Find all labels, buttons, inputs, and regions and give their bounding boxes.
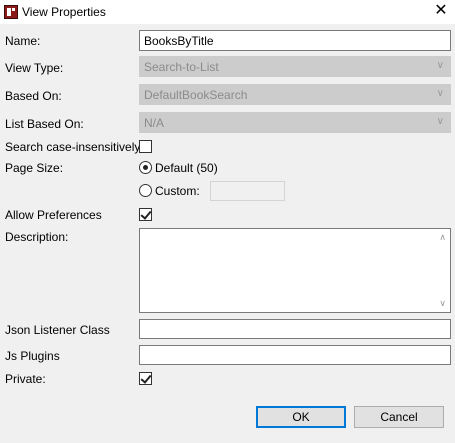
- app-icon: [4, 5, 18, 19]
- search-case-insensitively-label: Search case-insensitively: [5, 140, 141, 154]
- js-plugins-label: Js Plugins: [5, 349, 60, 363]
- page-size-default-label: Default (50): [155, 161, 218, 175]
- based-on-value: DefaultBookSearch: [144, 88, 248, 102]
- view-type-value: Search-to-List: [144, 60, 219, 74]
- page-size-custom-radio[interactable]: [139, 184, 152, 197]
- name-label: Name:: [5, 34, 41, 48]
- description-label: Description:: [5, 230, 69, 244]
- search-case-insensitively-checkbox[interactable]: [139, 140, 152, 153]
- description-textarea[interactable]: ∧ ∨: [139, 228, 451, 313]
- json-listener-class-label: Json Listener Class: [5, 323, 110, 337]
- scroll-up-icon[interactable]: ∧: [439, 232, 446, 243]
- window-title: View Properties: [22, 5, 106, 19]
- chevron-down-icon: ∨: [436, 60, 444, 71]
- scroll-down-icon[interactable]: ∨: [439, 298, 446, 309]
- name-field[interactable]: [139, 30, 451, 51]
- list-based-on-value: N/A: [144, 116, 165, 130]
- title-bar: View Properties ✕: [0, 0, 455, 24]
- cancel-button[interactable]: Cancel: [354, 406, 444, 428]
- view-type-select[interactable]: Search-to-List ∨: [139, 56, 451, 77]
- private-label: Private:: [5, 372, 46, 386]
- based-on-label: Based On:: [5, 89, 62, 103]
- chevron-down-icon: ∨: [436, 88, 444, 99]
- allow-preferences-label: Allow Preferences: [5, 208, 102, 222]
- chevron-down-icon: ∨: [436, 116, 444, 127]
- page-size-custom-input[interactable]: [210, 181, 285, 201]
- private-checkbox[interactable]: [139, 372, 152, 385]
- allow-preferences-checkbox[interactable]: [139, 208, 152, 221]
- view-type-label: View Type:: [5, 61, 64, 75]
- page-size-label: Page Size:: [5, 161, 64, 175]
- page-size-custom-label: Custom:: [155, 184, 200, 198]
- page-size-default-radio[interactable]: [139, 161, 152, 174]
- close-icon[interactable]: ✕: [434, 3, 448, 19]
- ok-button[interactable]: OK: [256, 406, 346, 428]
- list-based-on-select[interactable]: N/A ∨: [139, 112, 451, 133]
- js-plugins-field[interactable]: [139, 345, 451, 365]
- based-on-select[interactable]: DefaultBookSearch ∨: [139, 84, 451, 105]
- json-listener-class-field[interactable]: [139, 319, 451, 339]
- list-based-on-label: List Based On:: [5, 117, 84, 131]
